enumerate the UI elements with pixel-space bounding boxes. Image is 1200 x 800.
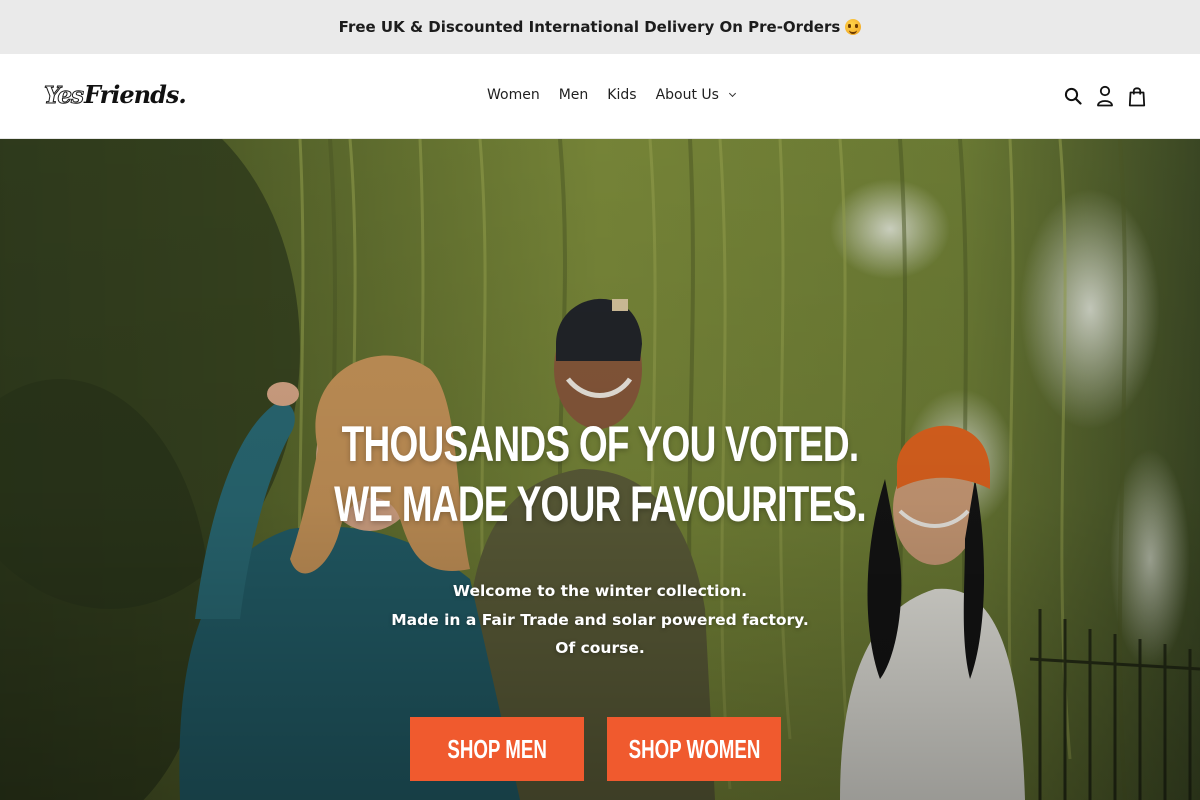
hero-content: THOUSANDS OF YOU VOTED. WE MADE YOUR FAV… [0,139,1200,800]
hero-subtext-line-3: Of course. [555,639,645,657]
announcement-bar: Free UK & Discounted International Deliv… [0,0,1200,54]
announcement-text: Free UK & Discounted International Deliv… [338,18,841,36]
shop-women-label: SHOP WOMEN [628,733,760,764]
star-struck-emoji-icon [845,19,862,35]
hero-headline-line-2: WE MADE YOUR FAVOURITES. [334,476,867,532]
search-icon[interactable] [1062,85,1084,107]
hero-headline: THOUSANDS OF YOU VOTED. WE MADE YOUR FAV… [156,414,1044,534]
hero-subtext: Welcome to the winter collection. Made i… [0,577,1200,663]
hero-banner: THOUSANDS OF YOU VOTED. WE MADE YOUR FAV… [0,139,1200,800]
shop-men-button[interactable]: SHOP MEN [410,717,584,781]
hero-headline-line-1: THOUSANDS OF YOU VOTED. [341,416,860,472]
logo-friends-text: Friends. [84,80,187,109]
nav-item-kids[interactable]: Kids [607,87,636,103]
chevron-down-icon [729,89,737,98]
header-actions [1052,85,1148,107]
nav-item-about-us-label: About Us [655,87,719,103]
shop-women-button[interactable]: SHOP WOMEN [607,717,781,781]
nav-item-men[interactable]: Men [559,87,589,103]
shop-men-label: SHOP MEN [447,733,547,764]
site-header: Yes Friends. Women Men Kids About Us [0,54,1200,139]
nav-item-women[interactable]: Women [487,87,540,103]
yes-friends-logo[interactable]: Yes Friends. [43,80,187,114]
hero-subtext-line-1: Welcome to the winter collection. [452,582,748,600]
hero-cta-row: SHOP MEN SHOP WOMEN [410,717,781,781]
hero-subtext-line-2: Made in a Fair Trade and solar powered f… [391,610,809,629]
nav-item-about-us[interactable]: About Us [655,87,737,103]
account-icon[interactable] [1094,85,1116,107]
main-nav: Women Men Kids About Us [487,87,737,103]
cart-icon[interactable] [1126,85,1148,107]
logo-yes-text: Yes [43,82,84,110]
